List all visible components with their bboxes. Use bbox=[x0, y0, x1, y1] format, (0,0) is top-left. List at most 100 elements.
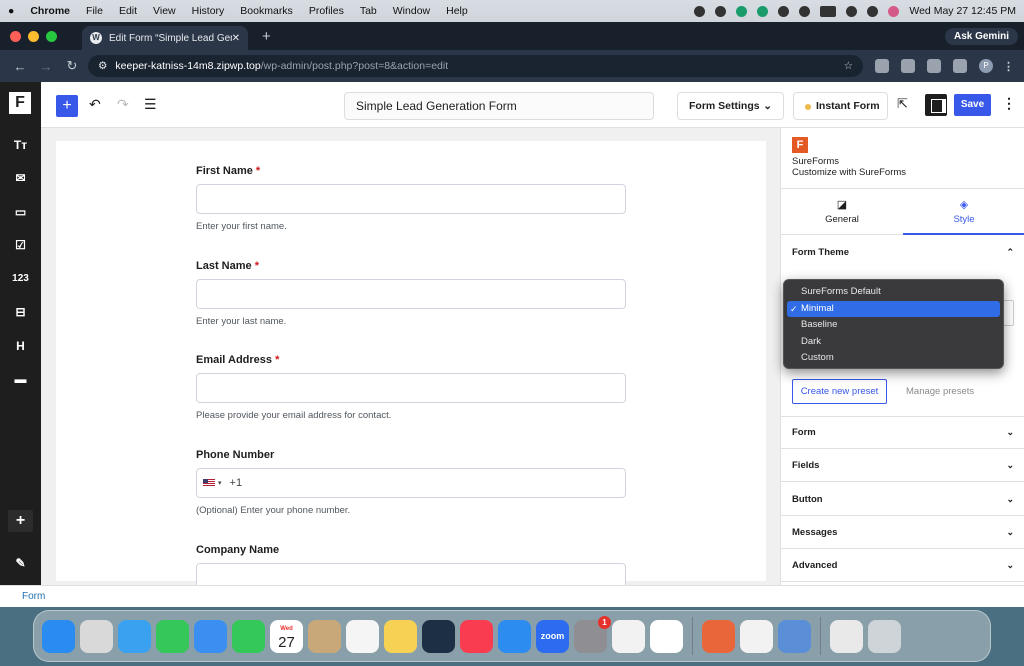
redo-icon[interactable]: ↷ bbox=[117, 96, 129, 113]
field-email[interactable]: Email Address * Please provide your emai… bbox=[196, 354, 626, 421]
menu-window[interactable]: Window bbox=[393, 5, 430, 17]
zoom-window-button[interactable] bbox=[46, 30, 57, 42]
undo-icon[interactable]: ↶ bbox=[89, 96, 101, 113]
mail-icon[interactable]: ✉ bbox=[8, 167, 33, 189]
mail-icon[interactable] bbox=[194, 619, 227, 653]
zoom-icon[interactable]: zoom bbox=[536, 619, 569, 653]
chrome-menu-icon[interactable]: ⋮ bbox=[1003, 60, 1014, 73]
form-title-field[interactable]: Simple Lead Generation Form bbox=[344, 92, 654, 120]
claude-icon[interactable] bbox=[702, 619, 735, 653]
music-icon[interactable] bbox=[460, 619, 493, 653]
last-name-input[interactable] bbox=[196, 279, 626, 309]
status-icon[interactable] bbox=[757, 5, 769, 17]
panel-advanced[interactable]: Advanced ⌄ bbox=[781, 549, 1024, 582]
payment-icon[interactable]: ▬ bbox=[8, 368, 33, 390]
document-icon[interactable] bbox=[830, 619, 863, 653]
sureforms-logo[interactable]: F bbox=[9, 92, 31, 114]
chrome-icon[interactable] bbox=[612, 619, 645, 653]
extensions-puzzle-icon[interactable] bbox=[901, 59, 915, 73]
number-icon[interactable]: 123 bbox=[8, 268, 33, 290]
block-inserter-button[interactable]: + bbox=[56, 95, 78, 117]
create-preset-button[interactable]: Create new preset bbox=[792, 379, 887, 404]
block-breadcrumb[interactable]: Form bbox=[0, 585, 1024, 607]
control-center-icon[interactable] bbox=[867, 5, 879, 17]
panel-messages[interactable]: Messages ⌄ bbox=[781, 516, 1024, 549]
address-bar[interactable]: ⚙ keeper-katniss-14m8.zipwp.top /wp-admi… bbox=[88, 55, 863, 77]
us-flag-icon[interactable] bbox=[203, 479, 215, 487]
system-settings-icon[interactable]: 1 bbox=[574, 615, 611, 653]
theme-option[interactable]: Dark bbox=[787, 334, 1000, 351]
status-icon[interactable] bbox=[736, 5, 748, 17]
document-overview-icon[interactable]: ☰ bbox=[144, 96, 157, 113]
panel-form[interactable]: Form ⌄ bbox=[781, 416, 1024, 449]
jar-app-icon[interactable] bbox=[778, 619, 811, 653]
field-company[interactable]: Company Name bbox=[196, 544, 626, 585]
field-first-name[interactable]: First Name * Enter your first name. bbox=[196, 165, 626, 232]
panel-button[interactable]: Button ⌄ bbox=[781, 483, 1024, 516]
instant-form-button[interactable]: Instant Form bbox=[793, 92, 888, 120]
browser-tab[interactable]: W Edit Form “Simple Lead Gene ✕ bbox=[82, 26, 248, 50]
notes-icon[interactable] bbox=[384, 619, 417, 653]
calendar-icon[interactable]: Wed 27 bbox=[270, 619, 303, 653]
reload-icon[interactable]: ↻ bbox=[62, 58, 82, 74]
facetime-icon[interactable] bbox=[232, 619, 265, 653]
battery-icon[interactable] bbox=[820, 5, 837, 17]
first-name-input[interactable] bbox=[196, 184, 626, 214]
menu-help[interactable]: Help bbox=[446, 5, 468, 17]
status-icon[interactable] bbox=[715, 5, 727, 17]
panel-fields[interactable]: Fields ⌄ bbox=[781, 449, 1024, 482]
checkbox-icon[interactable]: ☑ bbox=[8, 234, 33, 256]
form-theme-panel-header[interactable]: Form Theme ⌃ bbox=[781, 236, 1024, 269]
menu-history[interactable]: History bbox=[192, 5, 225, 17]
company-input[interactable] bbox=[196, 563, 626, 585]
forward-icon[interactable]: → bbox=[36, 59, 56, 74]
theme-option[interactable]: SureForms Default bbox=[787, 284, 1000, 301]
status-icon[interactable] bbox=[694, 5, 706, 17]
profile-avatar[interactable]: P bbox=[979, 59, 993, 73]
app-store-icon[interactable] bbox=[498, 619, 531, 653]
wifi-icon[interactable] bbox=[799, 5, 811, 17]
menu-bookmarks[interactable]: Bookmarks bbox=[240, 5, 293, 17]
close-window-button[interactable] bbox=[10, 30, 21, 42]
manage-presets-link[interactable]: Manage presets bbox=[906, 386, 974, 397]
clock[interactable]: Wed May 27 12:45 PM bbox=[909, 5, 1016, 17]
tab-general[interactable]: ◪ General bbox=[781, 189, 903, 234]
menu-edit[interactable]: Edit bbox=[119, 5, 137, 17]
menu-chrome[interactable]: Chrome bbox=[30, 5, 70, 17]
heading-icon[interactable]: H bbox=[8, 335, 33, 357]
dropdown-icon[interactable]: ⊟ bbox=[8, 301, 33, 323]
field-last-name[interactable]: Last Name * Enter your last name. bbox=[196, 260, 626, 327]
new-tab-button[interactable]: + bbox=[262, 28, 271, 45]
menu-view[interactable]: View bbox=[153, 5, 176, 17]
tab-search-icon[interactable] bbox=[927, 59, 941, 73]
search-icon[interactable] bbox=[846, 5, 858, 17]
apple-icon[interactable]: ● bbox=[8, 5, 14, 17]
add-field-button[interactable]: + bbox=[8, 510, 33, 532]
tab-style[interactable]: ◈ Style bbox=[903, 189, 1024, 235]
contacts-icon[interactable] bbox=[308, 619, 341, 653]
menu-profiles[interactable]: Profiles bbox=[309, 5, 344, 17]
phone-input[interactable]: ▾ +1 bbox=[196, 468, 626, 498]
country-dropdown-icon[interactable]: ▾ bbox=[218, 479, 222, 487]
textarea-icon[interactable]: ▭ bbox=[8, 201, 33, 223]
minimize-window-button[interactable] bbox=[28, 30, 39, 42]
play-icon[interactable] bbox=[778, 5, 790, 17]
trash-icon[interactable] bbox=[868, 619, 901, 653]
ask-gemini-button[interactable]: Ask Gemini bbox=[944, 27, 1018, 45]
freeform-icon[interactable] bbox=[422, 619, 455, 653]
theme-option[interactable]: Baseline bbox=[787, 317, 1000, 334]
finder-icon[interactable] bbox=[42, 619, 75, 653]
site-info-icon[interactable]: ⚙ bbox=[98, 60, 107, 72]
safari-icon[interactable] bbox=[118, 619, 151, 653]
spreadsheet-icon[interactable] bbox=[740, 619, 773, 653]
form-settings-button[interactable]: Form Settings ⌄ bbox=[677, 92, 784, 120]
back-icon[interactable]: ← bbox=[10, 59, 30, 74]
settings-sidebar-toggle[interactable] bbox=[925, 94, 947, 116]
messages-icon[interactable] bbox=[156, 619, 189, 653]
email-input[interactable] bbox=[196, 373, 626, 403]
field-phone[interactable]: Phone Number ▾ +1 (Optional) Enter your … bbox=[196, 449, 626, 516]
bookmark-star-icon[interactable]: ☆ bbox=[844, 60, 853, 72]
theme-option[interactable]: Custom bbox=[787, 350, 1000, 367]
options-menu-icon[interactable]: ⋮ bbox=[1002, 95, 1016, 112]
external-link-icon[interactable]: ⇱ bbox=[897, 96, 908, 112]
